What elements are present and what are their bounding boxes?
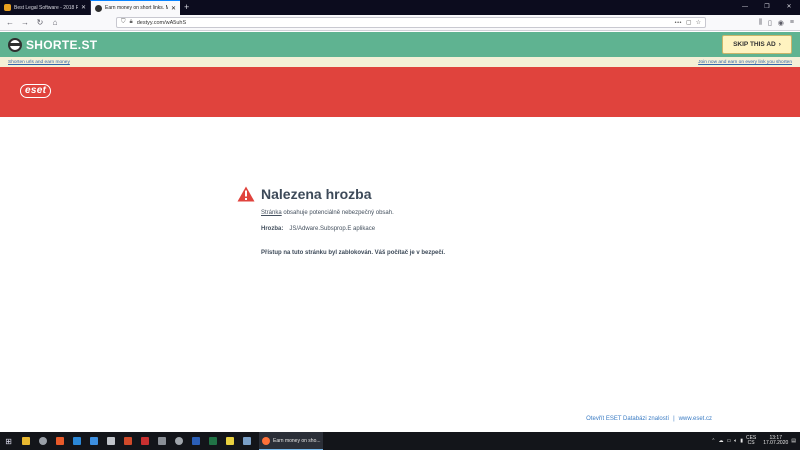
maximize-icon[interactable]: ❐ bbox=[756, 0, 778, 15]
app-icon[interactable] bbox=[136, 432, 153, 450]
tab-title: Earn money on short links. Ma... bbox=[105, 5, 168, 11]
windows-taskbar: ⊞ Earn money on sho... ⌃ ☁ ▭ 🔈︎ ▮ CES CS bbox=[0, 432, 800, 450]
new-tab-button[interactable]: + bbox=[180, 0, 193, 15]
screen: Best Legal Software - 2018 Ra... ✕ Earn … bbox=[0, 0, 800, 450]
close-icon[interactable]: ✕ bbox=[171, 5, 176, 12]
footer-separator: | bbox=[673, 416, 675, 422]
library-icon[interactable]: ⫼ bbox=[759, 19, 762, 27]
system-tray: ⌃ ☁ ▭ 🔈︎ ▮ CES CS 13:17 17.07.2020 ▤ bbox=[711, 432, 800, 450]
toolbar-right: ⫼ ▯ ◉ ≡ bbox=[759, 19, 796, 27]
page-actions-icon[interactable]: ••• bbox=[675, 20, 682, 26]
close-window-icon[interactable]: ✕ bbox=[778, 0, 800, 15]
window-controls: — ❐ ✕ bbox=[734, 0, 800, 15]
network-icon[interactable]: ▭ bbox=[726, 438, 731, 444]
app-icon[interactable] bbox=[119, 432, 136, 450]
notes-icon[interactable] bbox=[221, 432, 238, 450]
skip-ad-label: SKIP THIS AD bbox=[733, 41, 776, 48]
app-icon[interactable] bbox=[34, 432, 51, 450]
cloud-icon[interactable]: ☁ bbox=[718, 438, 723, 444]
eset-footer: Otevřít ESET Databázi znalostí | www.eset.… bbox=[586, 416, 712, 422]
reload-icon[interactable]: ↻ bbox=[34, 18, 46, 27]
close-icon[interactable]: ✕ bbox=[81, 4, 86, 11]
bookmark-star-icon[interactable]: ☆ bbox=[696, 19, 701, 26]
eset-banner: eset bbox=[0, 67, 800, 117]
browser-tab-strip: Best Legal Software - 2018 Ra... ✕ Earn … bbox=[0, 0, 800, 15]
dropbox-icon[interactable] bbox=[85, 432, 102, 450]
language-indicator[interactable]: CES CS bbox=[746, 435, 756, 447]
shorte-logo-text: SHORTE.ST bbox=[26, 37, 98, 52]
account-icon[interactable]: ◉ bbox=[778, 19, 784, 27]
tab-earn-money[interactable]: Earn money on short links. Ma... ✕ bbox=[90, 0, 180, 15]
excel-icon[interactable] bbox=[204, 432, 221, 450]
tab-favicon bbox=[4, 4, 11, 11]
threat-row: Hrozba: JS/Adware.Subsprop.E aplikace bbox=[261, 226, 375, 232]
tab-favicon bbox=[95, 4, 102, 12]
word-icon[interactable] bbox=[187, 432, 204, 450]
volume-icon[interactable]: 🔈︎ bbox=[734, 438, 737, 444]
app-icon[interactable] bbox=[238, 432, 255, 450]
blocked-message: Přístup na tuto stránku byl zablokován. … bbox=[261, 250, 446, 256]
taskbar-firefox-window[interactable]: Earn money on sho... bbox=[259, 432, 323, 450]
threat-description: Stránka obsahuje potenciálně nebezpečný … bbox=[261, 210, 394, 216]
keyboard-code: CS bbox=[747, 440, 755, 446]
home-icon[interactable]: ⌂ bbox=[49, 18, 61, 27]
file-explorer-icon[interactable] bbox=[17, 432, 34, 450]
eset-logo: eset bbox=[20, 84, 52, 98]
app-icon[interactable] bbox=[102, 432, 119, 450]
firefox-icon bbox=[262, 436, 270, 445]
threat-value: JS/Adware.Subsprop.E aplikace bbox=[289, 226, 376, 232]
menu-icon[interactable]: ≡ bbox=[790, 19, 794, 27]
threat-description-text: obsahuje potenciálně nebezpečný obsah. bbox=[281, 210, 394, 216]
shield-icon[interactable]: ⛉ bbox=[121, 19, 126, 26]
app-icon[interactable] bbox=[170, 432, 187, 450]
page-title: Nalezena hrozba bbox=[261, 186, 372, 202]
tray-chevron-icon[interactable]: ⌃ bbox=[711, 438, 715, 444]
url-bar[interactable]: ⛉ 🔒︎ destyy.com/wA5uhS ••• ▢ ☆ bbox=[116, 17, 706, 28]
clock[interactable]: 13:17 17.07.2020 bbox=[763, 435, 789, 447]
knowledge-base-link[interactable]: Otevřít ESET Databázi znalostí bbox=[586, 416, 669, 422]
pocket-icon[interactable]: ▢ bbox=[686, 19, 692, 26]
back-icon[interactable]: ← bbox=[4, 18, 16, 27]
warning-triangle-icon bbox=[237, 186, 255, 202]
url-text[interactable]: destyy.com/wA5uhS bbox=[137, 20, 671, 26]
shorte-promo-strip: Shorten urls and earn money Join now and… bbox=[0, 57, 800, 67]
taskbar-window-title: Earn money on sho... bbox=[273, 437, 321, 444]
shorte-header: SHORTE.ST SKIP THIS AD › bbox=[0, 32, 800, 57]
sidebar-icon[interactable]: ▯ bbox=[768, 19, 772, 27]
skip-ad-button[interactable]: SKIP THIS AD › bbox=[722, 35, 792, 54]
browser-navbar: ← → ↻ ⌂ ⛉ 🔒︎ destyy.com/wA5uhS ••• ▢ ☆ ⫼… bbox=[0, 15, 800, 31]
threat-label: Hrozba: bbox=[261, 226, 284, 232]
app-icon[interactable] bbox=[68, 432, 85, 450]
lock-warning-icon[interactable]: 🔒︎ bbox=[130, 19, 133, 26]
app-icon[interactable] bbox=[153, 432, 170, 450]
tab-best-legal-software[interactable]: Best Legal Software - 2018 Ra... ✕ bbox=[0, 0, 90, 15]
clock-date: 17.07.2020 bbox=[763, 440, 789, 446]
battery-icon[interactable]: ▮ bbox=[740, 438, 743, 444]
shorten-urls-link[interactable]: Shorten urls and earn money bbox=[8, 60, 70, 65]
notifications-icon[interactable]: ▤ bbox=[791, 438, 796, 444]
join-now-link[interactable]: Join now and earn on every link you shor… bbox=[698, 60, 792, 65]
app-icon[interactable] bbox=[51, 432, 68, 450]
forward-icon[interactable]: → bbox=[19, 18, 31, 27]
eset-website-link[interactable]: www.eset.cz bbox=[679, 416, 712, 422]
tab-title: Best Legal Software - 2018 Ra... bbox=[14, 4, 78, 11]
page-link[interactable]: Stránka bbox=[261, 210, 282, 216]
shorte-logo-icon bbox=[8, 37, 22, 52]
windows-start-icon[interactable]: ⊞ bbox=[0, 432, 17, 450]
minimize-icon[interactable]: — bbox=[734, 0, 756, 15]
chevron-right-icon: › bbox=[778, 41, 781, 48]
